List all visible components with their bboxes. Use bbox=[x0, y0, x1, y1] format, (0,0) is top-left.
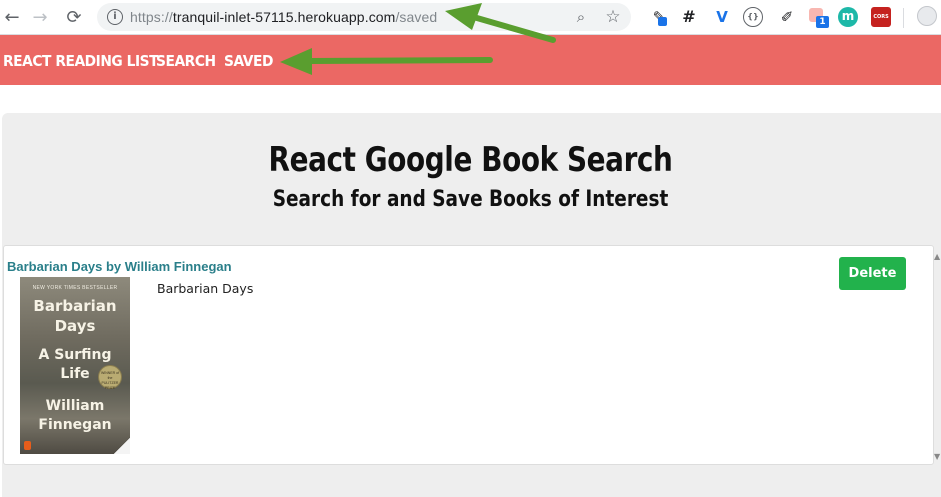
page-fold bbox=[114, 438, 130, 454]
picker-ext-icon[interactable]: ✐ bbox=[777, 7, 797, 27]
url-host: tranquil-inlet-57115.herokuapp.com bbox=[172, 9, 396, 25]
page-subtitle: Search for and Save Books of Interest bbox=[272, 187, 669, 212]
pulitzer-seal-icon: WINNER of the PULITZER PRIZE bbox=[98, 365, 122, 390]
toolbar-divider bbox=[903, 8, 904, 28]
delete-button[interactable]: Delete bbox=[839, 257, 906, 290]
url-scheme: https:// bbox=[130, 9, 173, 25]
cover-author-line1: William bbox=[45, 398, 105, 414]
star-bookmark-icon[interactable]: ☆ bbox=[603, 7, 623, 27]
m-ext-icon[interactable]: m bbox=[838, 7, 858, 27]
app-navbar: REACT READING LIST SEARCH SAVED bbox=[0, 35, 941, 85]
cover-title-line1: Barbarian bbox=[33, 297, 117, 315]
ext-badge-blue bbox=[658, 17, 667, 26]
reload-icon[interactable]: ⟳ bbox=[62, 5, 86, 29]
book-cover-image: NEW YORK TIMES BESTSELLER Barbarian Days… bbox=[20, 277, 130, 454]
site-info-icon[interactable]: i bbox=[107, 9, 123, 25]
forward-arrow-icon[interactable]: → bbox=[28, 5, 52, 29]
nav-search-link[interactable]: SEARCH bbox=[156, 52, 216, 70]
back-arrow-icon[interactable]: ← bbox=[0, 5, 24, 29]
cover-bestseller-text: NEW YORK TIMES BESTSELLER bbox=[32, 285, 118, 291]
saved-book-card bbox=[3, 245, 934, 465]
ext-count-badge: 1 bbox=[816, 16, 829, 28]
nav-saved-link[interactable]: SAVED bbox=[224, 52, 273, 70]
scroll-down-arrow-icon[interactable]: ▼ bbox=[934, 452, 940, 461]
scroll-up-arrow-icon[interactable]: ▲ bbox=[934, 252, 940, 261]
address-bar[interactable]: i https://tranquil-inlet-57115.herokuapp… bbox=[97, 3, 631, 31]
cover-title-line2: Days bbox=[54, 317, 96, 335]
cover-author-line2: Finnegan bbox=[38, 417, 112, 433]
url-path: /saved bbox=[395, 9, 438, 25]
browser-toolbar: ← → ⟳ i https://tranquil-inlet-57115.her… bbox=[0, 0, 941, 35]
code-ext-icon[interactable]: {} bbox=[743, 7, 763, 27]
book-title-link[interactable]: Barbarian Days by William Finnegan bbox=[7, 259, 232, 274]
cors-ext-icon[interactable]: CORS bbox=[871, 7, 891, 27]
page-title: React Google Book Search bbox=[268, 140, 673, 180]
publisher-logo-icon bbox=[24, 441, 31, 450]
book-description: Barbarian Days bbox=[157, 281, 254, 296]
url-text[interactable]: https://tranquil-inlet-57115.herokuapp.c… bbox=[130, 9, 437, 25]
hash-ext-icon[interactable]: # bbox=[679, 7, 699, 27]
nav-brand-link[interactable]: REACT READING LIST bbox=[3, 52, 159, 70]
profile-avatar-icon[interactable] bbox=[917, 6, 937, 26]
zoom-icon[interactable]: ⌕ bbox=[571, 7, 591, 27]
cover-title-line3: A Surfing bbox=[38, 347, 112, 363]
vue-ext-icon[interactable]: V bbox=[712, 7, 732, 27]
